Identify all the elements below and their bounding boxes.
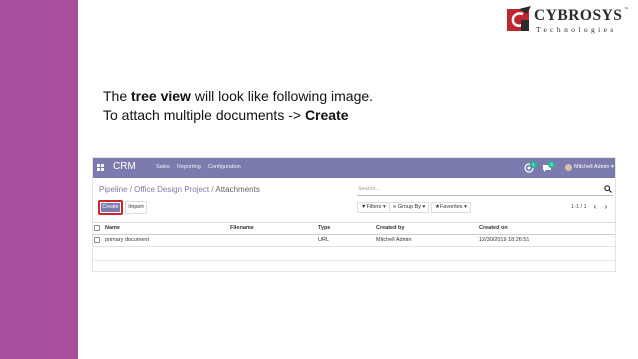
create-button[interactable]: Create: [98, 200, 123, 215]
app-brand[interactable]: CRM: [113, 161, 136, 172]
caption-line-2: To attach multiple documents -> Create: [103, 107, 349, 123]
create-button-label: Create: [101, 203, 120, 212]
cybrosys-logo: CYBROSYS ™ Technologies: [507, 6, 631, 36]
table-footer-divider: [93, 260, 615, 261]
breadcrumb-pipeline[interactable]: Pipeline: [99, 185, 127, 194]
select-all-checkbox[interactable]: [94, 225, 100, 231]
search-box: [357, 184, 613, 196]
caret-down-icon: ▾: [422, 204, 426, 210]
cybrosys-logo-mark-icon: [507, 6, 531, 31]
row-checkbox[interactable]: [94, 237, 100, 243]
caption-line1-post: will look like following image.: [190, 88, 374, 104]
grid-icon[interactable]: [97, 164, 104, 171]
caption-line1-pre: The: [103, 88, 132, 104]
user-menu[interactable]: Mitchell Admin ▾: [574, 164, 614, 170]
group-by-label: Group By: [397, 204, 421, 210]
search-input[interactable]: [358, 184, 588, 194]
logo-trademark: ™: [624, 6, 628, 11]
avatar[interactable]: [565, 164, 572, 171]
logo-subtitle: Technologies: [536, 25, 617, 34]
left-accent-bar: [0, 0, 78, 359]
caption-line1-bold: tree view: [131, 88, 191, 104]
menu-sales[interactable]: Sales: [156, 164, 170, 170]
caption-line2-bold: Create: [304, 107, 349, 123]
cell-name: primary document: [105, 237, 150, 243]
breadcrumb-current: Attachments: [215, 185, 260, 194]
caption-line2-pre: To attach multiple documents ->: [103, 107, 305, 123]
list-icon: ≡: [393, 204, 397, 210]
filters-button[interactable]: ▼Filters ▾: [357, 202, 390, 213]
caret-down-icon: ▾: [464, 204, 467, 210]
top-navbar: CRM Sales Reporting Configuration 1 3 Mi…: [93, 158, 615, 178]
table-row[interactable]: primary document URL Mitchell Admin 12/3…: [93, 234, 615, 247]
column-created-by[interactable]: Created by: [376, 225, 404, 231]
caption-line-1: The tree view will look like following i…: [103, 88, 373, 104]
favorites-button[interactable]: ★Favorites ▾: [431, 202, 471, 213]
pager-prev-button[interactable]: ‹: [591, 202, 599, 212]
column-type[interactable]: Type: [318, 225, 330, 231]
activity-count-badge: 3: [548, 161, 555, 168]
pager-next-button[interactable]: ›: [602, 202, 610, 212]
cell-created-on: 12/30/2019 18:26:51: [479, 237, 530, 243]
breadcrumb-project[interactable]: Office Design Project: [134, 185, 209, 194]
menu-configuration[interactable]: Configuration: [208, 164, 241, 170]
logo-name: CYBROSYS: [534, 7, 623, 24]
menu-reporting[interactable]: Reporting: [177, 164, 201, 170]
cell-created-by: Mitchell Admin: [376, 237, 412, 243]
cell-type: URL: [318, 237, 330, 243]
chat-count-badge: 1: [530, 161, 537, 168]
pager-value[interactable]: 1-1 / 1: [571, 204, 587, 210]
group-by-button[interactable]: ≡ Group By ▾: [389, 202, 430, 213]
filters-label: Filters: [366, 204, 382, 210]
breadcrumb: Pipeline / Office Design Project / Attac…: [99, 185, 260, 194]
search-icon[interactable]: [604, 185, 612, 193]
favorites-label: Favorites: [439, 204, 463, 210]
caret-down-icon: ▾: [382, 204, 386, 210]
column-filename[interactable]: Filename: [230, 225, 254, 231]
column-created-on[interactable]: Created on: [479, 225, 508, 231]
column-name[interactable]: Name: [105, 225, 120, 231]
import-button[interactable]: Import: [125, 201, 147, 214]
odoo-attachments-screenshot: CRM Sales Reporting Configuration 1 3 Mi…: [92, 157, 616, 272]
